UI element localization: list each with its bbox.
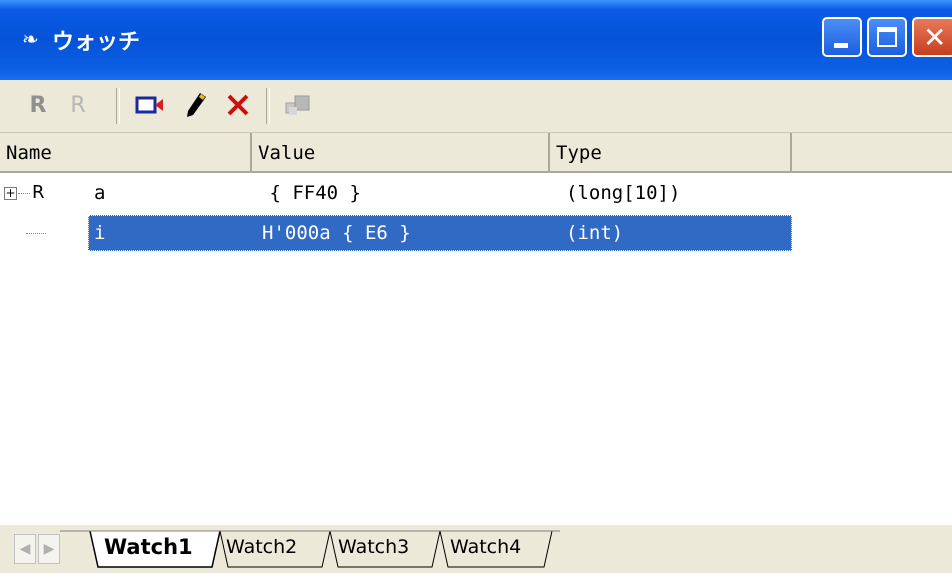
maximize-button[interactable]	[867, 17, 907, 57]
tab-watch4[interactable]: Watch4	[450, 529, 521, 565]
watch-glasses-icon: ❧	[22, 27, 39, 51]
row-value: { FF40 }	[258, 182, 361, 204]
tab-scroll-left-button[interactable]: ◀	[14, 534, 36, 564]
tree-line	[18, 193, 30, 194]
minimize-button[interactable]	[822, 17, 862, 57]
camera-icon	[135, 96, 163, 114]
row-name: i	[94, 222, 106, 244]
row-value: H'000a { E6 }	[262, 222, 411, 244]
toolbar: R R	[0, 80, 952, 133]
expand-icon[interactable]: +	[4, 187, 17, 200]
watch-list: + R a { FF40 } (long[10]) i H'000a { E6 …	[0, 173, 952, 525]
column-header: Name Value Type	[0, 133, 952, 173]
tab-watch2[interactable]: Watch2	[226, 529, 297, 565]
toolbar-separator	[116, 88, 120, 124]
table-row[interactable]: + R a { FF40 } (long[10])	[0, 175, 952, 211]
tab-watch3[interactable]: Watch3	[338, 529, 409, 565]
selection-highlight	[88, 215, 792, 251]
register-icon: R	[29, 92, 47, 118]
edit-button[interactable]	[180, 88, 212, 122]
column-type[interactable]: Type	[550, 133, 792, 173]
minimize-icon	[834, 43, 848, 48]
column-filler	[792, 133, 952, 173]
record-button[interactable]	[134, 88, 166, 122]
title-bar[interactable]: ❧ ウォッチ ✕	[0, 0, 952, 80]
delete-x-icon	[227, 94, 249, 116]
row-type: (int)	[566, 222, 624, 244]
maximize-icon	[877, 27, 897, 47]
window-title: ウォッチ	[52, 30, 141, 55]
register-badge-icon: R	[32, 182, 45, 203]
arrow-left-icon: ◀	[19, 541, 31, 557]
register-button[interactable]: R	[22, 88, 54, 122]
row-name: a	[94, 182, 106, 204]
register-disabled-button[interactable]: R	[62, 88, 94, 122]
tab-bar: ◀ ▶ Watch1 Watch2 Watch3 Watch4	[0, 525, 952, 573]
watch-window: ❧ ウォッチ ✕ R R Name Value Type + R a {FF4…	[0, 0, 952, 573]
tab-scroll-right-button[interactable]: ▶	[38, 534, 60, 564]
register-disabled-icon: R	[70, 92, 86, 118]
row-type: (long[10])	[566, 182, 681, 204]
close-icon: ✕	[923, 21, 947, 54]
watch-add-button[interactable]	[282, 88, 314, 122]
close-button[interactable]: ✕	[912, 17, 952, 57]
watch-add-icon	[285, 95, 310, 115]
pencil-icon	[187, 93, 206, 117]
toolbar-separator	[266, 88, 270, 124]
tree-line	[26, 233, 46, 234]
column-name[interactable]: Name	[0, 133, 252, 173]
table-row[interactable]: i H'000a { E6 } (int)	[0, 215, 952, 251]
arrow-right-icon: ▶	[43, 541, 55, 557]
delete-button[interactable]	[222, 88, 254, 122]
column-value[interactable]: Value	[252, 133, 550, 173]
tab-watch1[interactable]: Watch1	[104, 529, 193, 565]
